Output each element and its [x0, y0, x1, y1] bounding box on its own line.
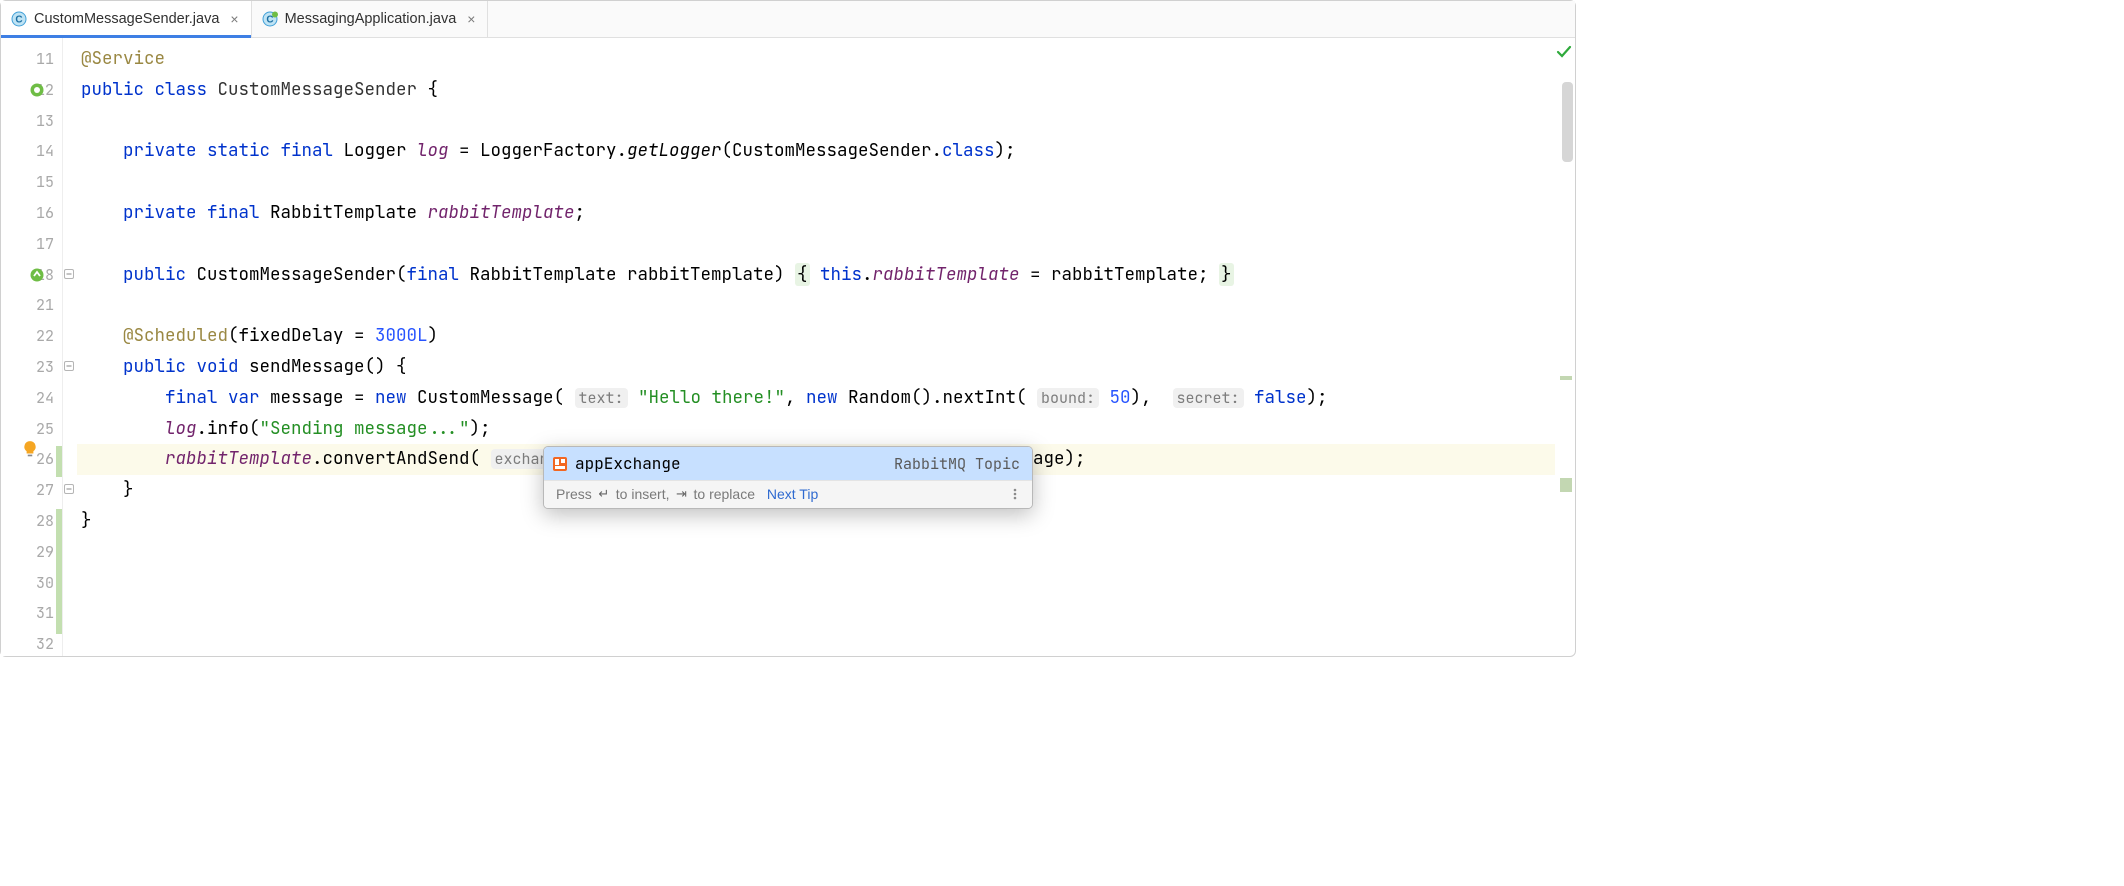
inspection-ok-icon[interactable]: [1556, 44, 1572, 60]
svg-text:C: C: [15, 15, 22, 26]
code-line: private static final Logger log = Logger…: [77, 136, 1555, 167]
next-tip-link[interactable]: Next Tip: [767, 486, 818, 502]
line-number: 13: [36, 106, 54, 137]
intention-bulb-icon[interactable]: [21, 440, 39, 458]
java-class-icon: C: [11, 11, 27, 27]
line-number: 14: [36, 136, 54, 167]
code-line: public class CustomMessageSender {: [77, 75, 1555, 106]
line-number: 29: [36, 537, 54, 568]
scrollbar-thumb[interactable]: [1562, 82, 1573, 162]
code-line: [77, 537, 1555, 568]
enter-key-icon: ↵: [596, 486, 612, 502]
line-number: 16: [36, 198, 54, 229]
line-number: 17: [36, 229, 54, 260]
code-line: private final RabbitTemplate rabbitTempl…: [77, 198, 1555, 229]
fold-toggle-icon[interactable]: [64, 269, 74, 279]
code-line: [77, 106, 1555, 137]
scrollbar-mark: [1560, 376, 1572, 380]
tab-custommessagesender[interactable]: C CustomMessageSender.java ×: [1, 1, 252, 37]
code-line: public CustomMessageSender(final RabbitT…: [77, 260, 1555, 291]
line-number: 23: [36, 352, 54, 383]
scrollbar-mark: [1560, 478, 1572, 492]
code-line: final var message = new CustomMessage( t…: [77, 383, 1555, 414]
line-number: 22: [36, 321, 54, 352]
code-line: @Service: [77, 44, 1555, 75]
editor[interactable]: 11 12 13 14 15 16 17 18 21 22 23 24 25 2…: [1, 38, 1575, 656]
line-number: 30: [36, 568, 54, 599]
code-line: [77, 167, 1555, 198]
tab-key-icon: ⇥: [674, 486, 690, 502]
code-line: [77, 229, 1555, 260]
code-line: [77, 568, 1555, 599]
footer-text: Press: [556, 486, 592, 502]
line-number: 15: [36, 167, 54, 198]
code-area[interactable]: @Service public class CustomMessageSende…: [77, 38, 1555, 656]
tab-label: MessagingApplication.java: [285, 11, 457, 27]
line-number: 27: [36, 475, 54, 506]
completion-popup: appExchange RabbitMQ Topic Press ↵ to in…: [543, 446, 1033, 509]
completion-item[interactable]: appExchange RabbitMQ Topic: [544, 447, 1032, 480]
fold-end-icon[interactable]: [64, 484, 74, 494]
rabbitmq-icon: [552, 456, 568, 472]
fold-toggle-icon[interactable]: [64, 361, 74, 371]
footer-text: to replace: [694, 486, 755, 502]
spring-bean-icon[interactable]: [29, 82, 45, 98]
completion-item-type: RabbitMQ Topic: [894, 454, 1020, 474]
spring-autowire-icon[interactable]: [29, 267, 45, 283]
code-line: }: [77, 506, 1555, 537]
code-line: [77, 629, 1555, 656]
fold-gutter: [63, 38, 77, 656]
code-line: [77, 598, 1555, 629]
close-icon[interactable]: ×: [230, 11, 238, 27]
close-icon[interactable]: ×: [467, 11, 475, 27]
tab-label: CustomMessageSender.java: [34, 11, 219, 27]
line-number: 28: [36, 506, 54, 537]
editor-tabbar: C CustomMessageSender.java × C Messaging…: [1, 1, 1575, 38]
completion-item-label: appExchange: [575, 453, 681, 474]
tab-messagingapplication[interactable]: C MessagingApplication.java ×: [252, 1, 489, 37]
editor-scrollbar[interactable]: [1560, 76, 1575, 656]
footer-text: to insert,: [616, 486, 670, 502]
line-number-gutter: 11 12 13 14 15 16 17 18 21 22 23 24 25 2…: [1, 38, 63, 656]
more-icon[interactable]: [1008, 487, 1022, 501]
line-number: 31: [36, 598, 54, 629]
line-number: 24: [36, 383, 54, 414]
code-line: @Scheduled(fixedDelay = 3000L): [77, 321, 1555, 352]
code-line: public void sendMessage() {: [77, 352, 1555, 383]
line-number: 21: [36, 290, 54, 321]
line-number: 11: [36, 44, 54, 75]
line-number: 32: [36, 629, 54, 656]
java-class-spring-icon: C: [262, 11, 278, 27]
completion-footer: Press ↵ to insert, ⇥ to replace Next Tip: [544, 480, 1032, 508]
code-line: [77, 290, 1555, 321]
code-line: log.info("Sending message...");: [77, 414, 1555, 445]
